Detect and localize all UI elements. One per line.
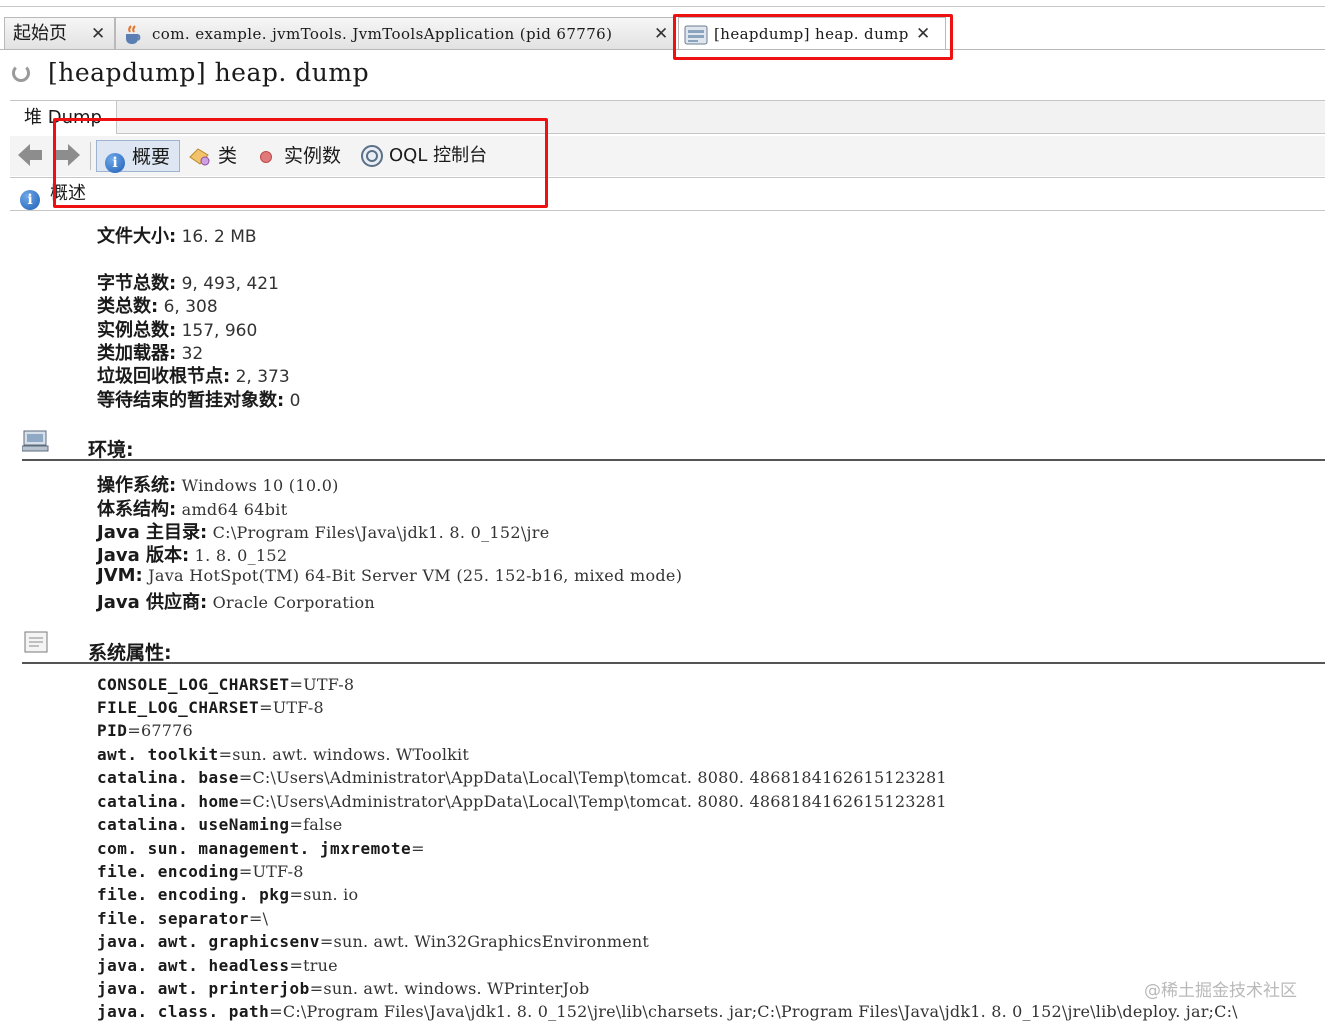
- tab-label: com. example. jvmTools. JvmToolsApplicat…: [152, 25, 613, 43]
- tab-bar-divider: [0, 49, 1325, 50]
- property-row: java. class. path=C:\Program Files\Java\…: [97, 1002, 1238, 1021]
- environment-divider: [22, 459, 1325, 461]
- page-title: [heapdump] heap. dump: [48, 58, 370, 87]
- document-icon: [24, 631, 48, 659]
- basic-info-row: 垃圾回收根节点: 2, 373: [97, 366, 290, 387]
- environment-section-title: 环境:: [88, 439, 134, 461]
- close-icon[interactable]: ✕: [654, 18, 668, 50]
- system-properties-divider: [22, 662, 1325, 664]
- tab-start-page[interactable]: 起始页 ✕: [4, 17, 115, 49]
- basic-info-row: 类总数: 6, 308: [97, 296, 218, 317]
- property-row: PID=67776: [97, 721, 193, 740]
- property-row: CONSOLE_LOG_CHARSET=UTF-8: [97, 675, 355, 694]
- basic-info-row: 文件大小: 16. 2 MB: [97, 226, 257, 247]
- property-row: com. sun. management. jmxremote=: [97, 839, 425, 858]
- env-row: Java 供应商: Oracle Corporation: [97, 592, 376, 613]
- computer-icon: [21, 430, 50, 456]
- highlight-box-tab: [673, 14, 953, 60]
- system-properties-section-title: 系统属性:: [88, 642, 172, 664]
- property-row: awt. toolkit=sun. awt. windows. WToolkit: [97, 745, 469, 764]
- property-row: java. awt. headless=true: [97, 956, 338, 975]
- tab-label: 起始页: [13, 23, 67, 44]
- info-icon: i: [20, 190, 40, 210]
- tab-bar-topline: [0, 6, 1325, 7]
- property-row: java. awt. printerjob=sun. awt. windows.…: [97, 979, 590, 998]
- property-row: file. separator=\: [97, 909, 269, 928]
- property-row: java. awt. graphicsenv=sun. awt. Win32Gr…: [97, 932, 650, 951]
- page-title-row: [heapdump] heap. dump: [0, 56, 1325, 98]
- property-row: file. encoding=UTF-8: [97, 862, 304, 881]
- property-row: FILE_LOG_CHARSET=UTF-8: [97, 698, 324, 717]
- basic-info-row: 等待结束的暂挂对象数: 0: [97, 390, 301, 411]
- property-row: file. encoding. pkg=sun. io: [97, 885, 359, 904]
- env-row: Java 版本: 1. 8. 0_152: [97, 545, 288, 566]
- env-row: JVM: Java HotSpot(TM) 64-Bit Server VM (…: [97, 565, 683, 586]
- watermark-text: @稀土掘金技术社区: [1144, 981, 1297, 1001]
- property-row: catalina. base=C:\Users\Administrator\Ap…: [97, 768, 947, 787]
- arrow-left-icon[interactable]: [16, 142, 44, 172]
- highlight-box-toolbar: [53, 118, 548, 208]
- close-icon[interactable]: ✕: [91, 18, 105, 50]
- property-row: catalina. home=C:\Users\Administrator\Ap…: [97, 792, 947, 811]
- tab-jvm-application[interactable]: com. example. jvmTools. JvmToolsApplicat…: [115, 17, 674, 49]
- property-row: catalina. useNaming=false: [97, 815, 343, 834]
- env-row: 操作系统: Windows 10 (10.0): [97, 475, 339, 496]
- java-cup-icon: [122, 24, 144, 56]
